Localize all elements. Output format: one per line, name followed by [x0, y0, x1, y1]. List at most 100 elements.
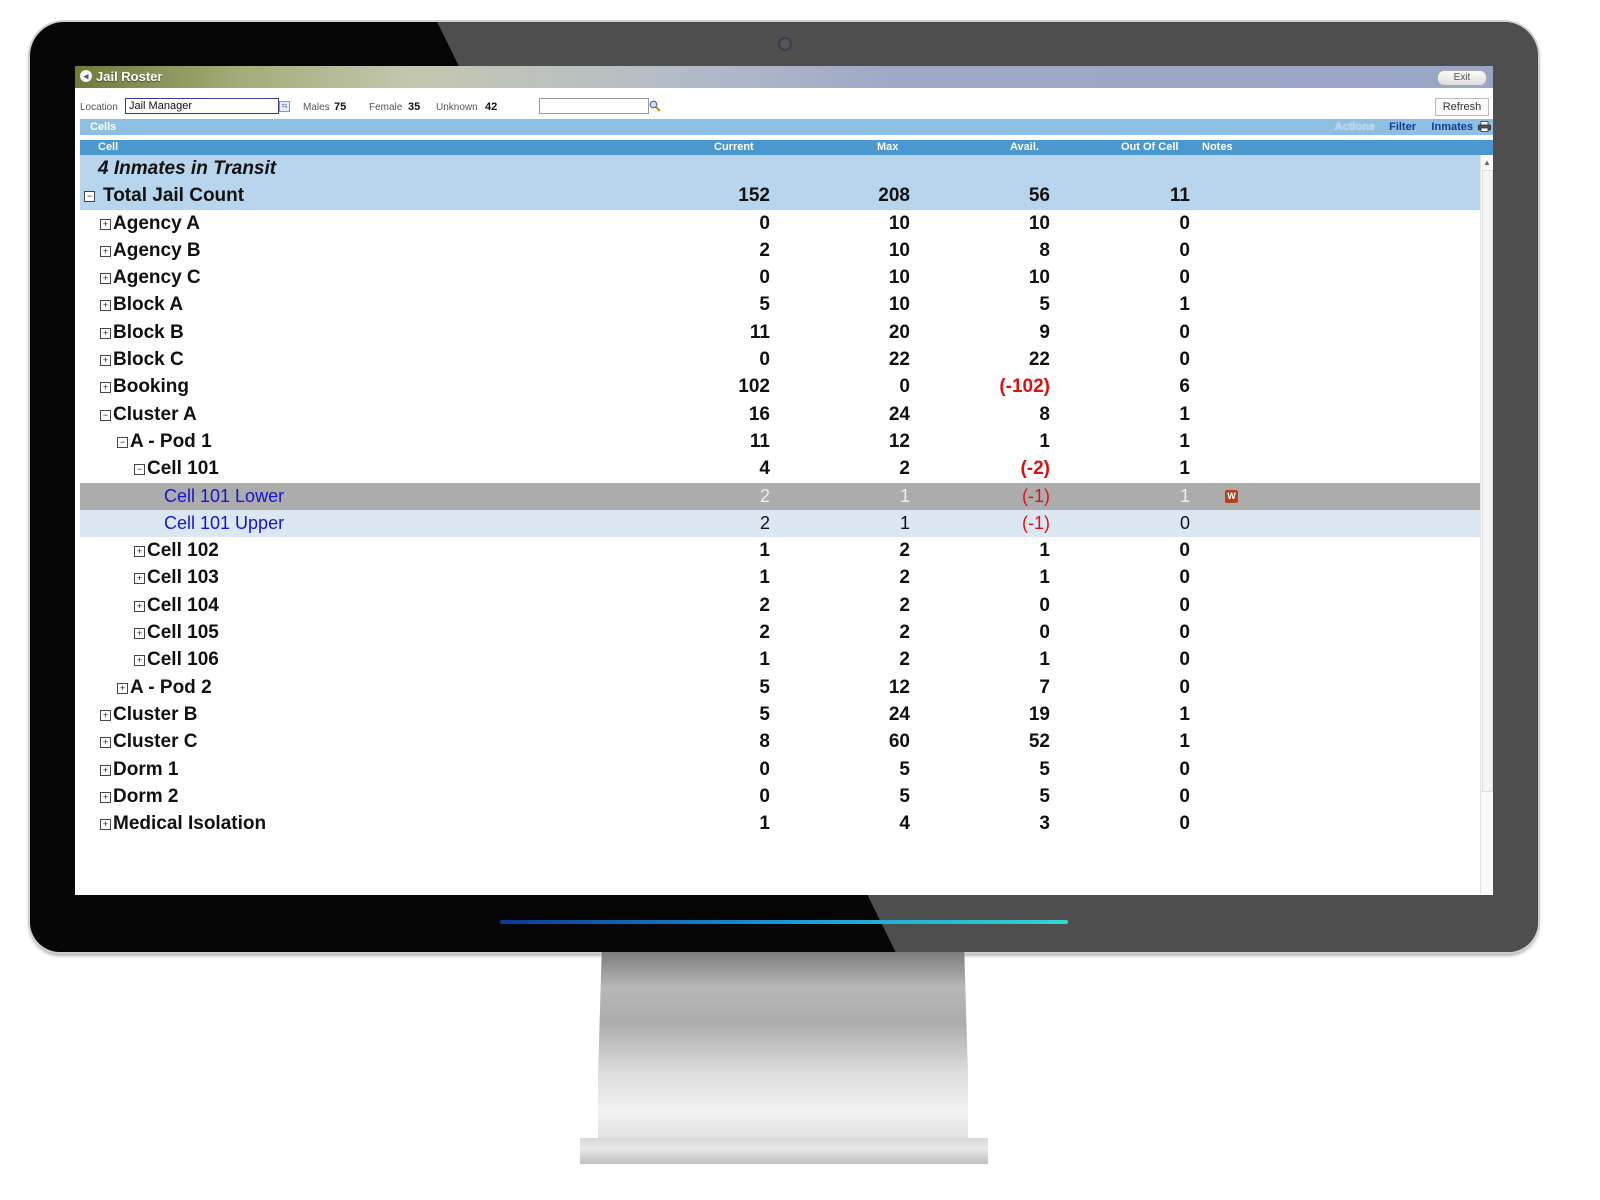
expand-icon[interactable]: + — [100, 300, 111, 312]
cell-max: 20 — [888, 321, 910, 343]
expand-icon[interactable]: + — [100, 273, 111, 285]
expand-icon[interactable]: + — [100, 764, 111, 776]
table-row[interactable]: + Cluster B 5 24 19 1 — [80, 701, 1480, 728]
cell-max: 208 — [878, 185, 910, 207]
column-header-cell[interactable]: Cell — [98, 141, 118, 153]
cell-max: 10 — [888, 294, 910, 316]
expand-icon[interactable]: + — [134, 600, 145, 612]
cell-out: 0 — [1179, 813, 1190, 835]
cell-avail: (-1) — [1022, 512, 1050, 533]
exit-button[interactable]: Exit — [1437, 70, 1487, 86]
table-row[interactable]: − Cell 101 4 2 (-2) 1 — [80, 455, 1480, 482]
table-row[interactable]: + Medical Isolation 1 4 3 0 — [80, 810, 1480, 837]
cell-out: 1 — [1179, 458, 1190, 480]
column-header-current[interactable]: Current — [714, 141, 754, 153]
row-label: Medical Isolation — [113, 813, 267, 835]
table-row[interactable]: + Cell 104 2 2 0 0 — [80, 592, 1480, 619]
cell-max: 2 — [899, 458, 910, 480]
magnifier-icon[interactable] — [649, 100, 661, 112]
cell-out: 1 — [1179, 703, 1190, 725]
expand-icon[interactable]: + — [100, 791, 111, 803]
table-row[interactable]: + Agency B 2 10 8 0 — [80, 237, 1480, 264]
cell-current: 2 — [759, 512, 770, 533]
expand-icon[interactable]: + — [117, 682, 128, 694]
table-row[interactable]: + Cell 102 1 2 1 0 — [80, 537, 1480, 564]
search-input[interactable] — [539, 98, 649, 114]
column-header-max[interactable]: Max — [877, 141, 898, 153]
column-header-avail[interactable]: Avail. — [1010, 141, 1039, 153]
unknown-count: 42 — [485, 101, 498, 113]
table-row[interactable]: + Agency C 0 10 10 0 — [80, 264, 1480, 291]
row-label: Cluster C — [113, 731, 198, 753]
cell-avail: (-102) — [999, 376, 1050, 398]
cell-out: 0 — [1179, 676, 1190, 698]
table-row[interactable]: − Total Jail Count 152 208 56 11 — [80, 182, 1480, 210]
table-row[interactable]: + Agency A 0 10 10 0 — [80, 210, 1480, 237]
monitor-stand-base — [580, 1138, 988, 1164]
cell-avail: 10 — [1028, 212, 1050, 234]
cell-max: 0 — [899, 376, 910, 398]
cell-avail: 8 — [1039, 239, 1050, 261]
table-row[interactable]: + Dorm 2 0 5 5 0 — [80, 783, 1480, 810]
table-row[interactable]: + Cell 103 1 2 1 0 — [80, 564, 1480, 591]
table-row[interactable]: + Cluster C 8 60 52 1 — [80, 728, 1480, 755]
cell-current: 0 — [759, 267, 770, 289]
table-row[interactable]: − A - Pod 1 11 12 1 1 — [80, 428, 1480, 455]
table-row[interactable]: + Cell 105 2 2 0 0 — [80, 619, 1480, 646]
table-row[interactable]: Cell 101 Lower 2 1 (-1) 1 W — [80, 482, 1480, 510]
location-label: Location — [80, 102, 118, 113]
cells-panel-title: Cells — [90, 121, 117, 133]
cell-avail: 56 — [1028, 185, 1050, 207]
actions-menu[interactable]: Actions — [1335, 121, 1375, 133]
expand-icon[interactable]: + — [134, 628, 145, 640]
table-row[interactable]: + Dorm 1 0 5 5 0 — [80, 756, 1480, 783]
collapse-icon[interactable]: − — [117, 436, 128, 448]
row-label: Cell 101 — [147, 458, 219, 480]
cell-current: 11 — [749, 321, 770, 343]
scroll-up-arrow-icon[interactable]: ▲ — [1483, 158, 1491, 167]
expand-icon[interactable]: + — [100, 245, 111, 257]
location-picker-icon[interactable]: ⇆ — [279, 101, 290, 112]
expand-icon[interactable]: + — [134, 573, 145, 585]
location-input[interactable] — [125, 98, 279, 114]
row-label: A - Pod 2 — [130, 676, 212, 698]
expand-icon[interactable]: + — [100, 218, 111, 230]
scrollbar-thumb[interactable] — [1482, 170, 1493, 792]
expand-icon[interactable]: + — [100, 382, 111, 394]
collapse-icon[interactable]: − — [134, 464, 145, 476]
expand-icon[interactable]: + — [100, 819, 111, 831]
table-row[interactable]: + Booking 102 0 (-102) 6 — [80, 373, 1480, 400]
app-window: ◂ Jail Roster Exit Location ⇆ Males 75 F… — [75, 66, 1493, 895]
table-row[interactable]: − Cluster A 16 24 8 1 — [80, 401, 1480, 428]
cell-avail: 19 — [1028, 703, 1050, 725]
cell-max: 5 — [899, 785, 910, 807]
table-row[interactable]: + Block A 5 10 5 1 — [80, 291, 1480, 318]
table-row[interactable]: + Block C 0 22 22 0 — [80, 346, 1480, 373]
expand-icon[interactable]: + — [100, 327, 111, 339]
table-row[interactable]: + Cell 106 1 2 1 0 — [80, 646, 1480, 673]
collapse-icon[interactable]: − — [100, 409, 111, 421]
table-row[interactable]: Cell 101 Upper 2 1 (-1) 0 — [80, 509, 1480, 538]
table-row[interactable]: + A - Pod 2 5 12 7 0 — [80, 674, 1480, 701]
row-label[interactable]: Cell 101 Lower — [164, 486, 284, 507]
expand-icon[interactable]: + — [100, 709, 111, 721]
column-header-notes[interactable]: Notes — [1202, 141, 1233, 153]
table-row[interactable]: + Block B 11 20 9 0 — [80, 319, 1480, 346]
word-document-icon[interactable]: W — [1225, 489, 1238, 503]
window-title: Jail Roster — [96, 69, 163, 84]
row-label: Block A — [113, 294, 184, 316]
column-header-out-of-cell[interactable]: Out Of Cell — [1121, 141, 1178, 153]
printer-icon[interactable] — [1478, 121, 1491, 132]
expand-icon[interactable]: + — [100, 737, 111, 749]
toolbar: Location ⇆ Males 75 Female 35 Unknown 42… — [75, 96, 1493, 118]
expand-icon[interactable]: + — [100, 355, 111, 367]
inmates-link[interactable]: Inmates — [1431, 121, 1473, 133]
row-label[interactable]: Cell 101 Upper — [164, 513, 284, 534]
filter-link[interactable]: Filter — [1389, 121, 1416, 133]
expand-icon[interactable]: + — [134, 546, 145, 558]
vertical-scrollbar[interactable]: ▲ — [1480, 156, 1493, 894]
cell-current: 152 — [738, 185, 770, 207]
collapse-icon[interactable]: − — [84, 191, 95, 203]
refresh-button[interactable]: Refresh — [1435, 98, 1489, 116]
expand-icon[interactable]: + — [134, 655, 145, 667]
